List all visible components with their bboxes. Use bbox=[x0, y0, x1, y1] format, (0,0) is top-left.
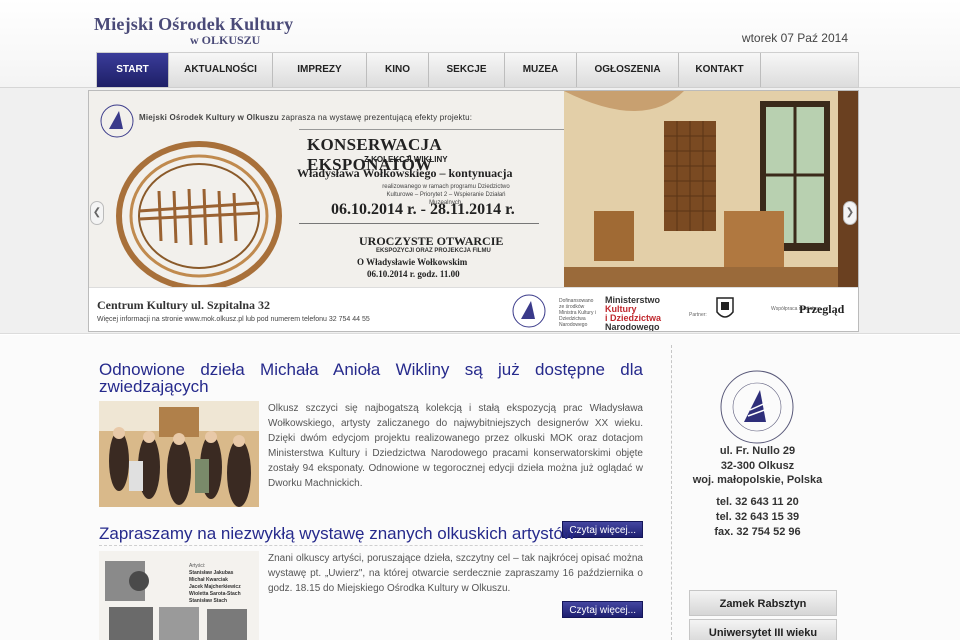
ministry-note: Dofinansowano ze środków Ministra Kultur… bbox=[559, 298, 596, 328]
phone-1: tel. 32 643 11 20 bbox=[716, 496, 799, 508]
current-date: wtorek 07 Paź 2014 bbox=[741, 31, 848, 45]
nav-item-muzea[interactable]: MUZEA bbox=[505, 53, 577, 87]
logo-subtitle: w OLKUSZU bbox=[190, 33, 261, 47]
ministry-logo: Ministerstwo Kultury i Dziedzictwa Narod… bbox=[605, 296, 661, 332]
ministry-line4: Narodowego bbox=[605, 322, 660, 332]
nav-item-kontakt[interactable]: KONTAKT bbox=[679, 53, 761, 87]
media-logo: Przegląd bbox=[799, 302, 845, 316]
address-region: woj. małopolskie, Polska bbox=[692, 474, 823, 486]
wicker-sculpture-image bbox=[116, 141, 282, 291]
poster-line-1: Stanisław Jakubas bbox=[189, 570, 234, 576]
banner-opening-sub3: 06.10.2014 r. godz. 11.00 bbox=[367, 269, 460, 279]
banner-room-photo bbox=[564, 91, 858, 287]
banner-poster: Miejski Ośrodek Kultury w Olkuszu zapras… bbox=[89, 91, 564, 291]
banner-info: Więcej informacji na stronie www.mok.olk… bbox=[97, 316, 370, 323]
site-header: Miejski Ośrodek Kultury w OLKUSZU wtorek… bbox=[0, 0, 960, 88]
poster-line-5: Stanisław Stach bbox=[189, 598, 227, 604]
main-nav: START AKTUALNOŚCI IMPREZY KINO SEKCJE MU… bbox=[96, 52, 859, 88]
news-article-2: Zapraszamy na niezwykłą wystawę znanych … bbox=[99, 525, 643, 640]
poster-line-3: Jacek Majcherkiewicz bbox=[189, 584, 241, 590]
banner-area: Miejski Ośrodek Kultury w Olkuszu zapras… bbox=[0, 88, 960, 334]
room-interior-image bbox=[564, 91, 858, 287]
article-photo-visitors[interactable] bbox=[99, 401, 259, 507]
banner-prev-button[interactable]: ❮ bbox=[90, 201, 104, 225]
nav-item-sekcje[interactable]: SEKCJE bbox=[429, 53, 505, 87]
banner-header-text: zaprasza na wystawę prezentującą efekty … bbox=[281, 113, 473, 122]
site-logo[interactable]: Miejski Ośrodek Kultury w OLKUSZU bbox=[94, 14, 293, 48]
article-title[interactable]: Zapraszamy na niezwykłą wystawę znanych … bbox=[99, 525, 643, 542]
article-body: Olkusz szczyci się najbogatszą kolekcją … bbox=[268, 403, 643, 489]
logo-title: Miejski Ośrodek Kultury bbox=[94, 14, 294, 34]
banner-opening: UROCZYSTE OTWARCIE bbox=[359, 234, 504, 248]
academy-crest-icon bbox=[716, 297, 734, 318]
banner-slide[interactable]: Miejski Ośrodek Kultury w Olkuszu zapras… bbox=[88, 90, 859, 332]
nav-item-start[interactable]: START bbox=[97, 53, 169, 87]
article-title[interactable]: Odnowione dzieła Michała Anioła Wikliny … bbox=[99, 361, 643, 395]
banner-subtitle2: Władysława Wołkowskiego – kontynuacja bbox=[297, 166, 513, 180]
article-body: Znani olkuscy artyści, poruszające dzieł… bbox=[268, 553, 643, 594]
banner-opening-sub1: EKSPOZYCJI ORAZ PROJEKCJA FILMU bbox=[376, 248, 491, 254]
sidebar-button-uniwersytet[interactable]: Uniwersytet III wieku bbox=[689, 619, 837, 640]
mok-emblem-icon[interactable] bbox=[718, 368, 796, 446]
nav-item-imprezy[interactable]: IMPREZY bbox=[273, 53, 367, 87]
main-content: Odnowione dzieła Michała Anioła Wikliny … bbox=[0, 335, 960, 640]
banner-opening-sub2: O Władysławie Wołkowskim bbox=[357, 257, 468, 267]
article-poster-uwierz[interactable]: Artyści: Stanisław Jakubas Michał Kwarci… bbox=[99, 551, 259, 640]
nav-item-aktualnosci[interactable]: AKTUALNOŚCI bbox=[169, 53, 273, 87]
column-separator bbox=[671, 345, 672, 640]
banner-dates: 06.10.2014 r. - 28.11.2014 r. bbox=[331, 201, 515, 218]
nav-item-ogloszenia[interactable]: OGŁOSZENIA bbox=[577, 53, 679, 87]
read-more-button[interactable]: Czytaj więcej... bbox=[562, 601, 643, 618]
address-street: ul. Fr. Nullo 29 bbox=[719, 445, 796, 457]
banner-next-button[interactable]: ❯ bbox=[843, 201, 857, 225]
chevron-left-icon: ❮ bbox=[92, 207, 102, 218]
partner-label: Partner: bbox=[689, 312, 707, 318]
news-article-1: Odnowione dzieła Michała Anioła Wikliny … bbox=[99, 361, 643, 546]
phone-2: tel. 32 643 15 39 bbox=[715, 511, 800, 523]
banner-divider bbox=[299, 129, 564, 130]
partner-logos: Dofinansowano ze środków Ministra Kultur… bbox=[509, 292, 854, 332]
address-city: 32-300 Olkusz bbox=[720, 460, 795, 472]
poster-line-2: Michał Kwarciak bbox=[189, 577, 228, 583]
poster-line-4: Wioletta Sarota-Stach bbox=[189, 591, 241, 597]
banner-subtitle1: Z KOLEKCJI WIKLINY bbox=[364, 155, 448, 164]
banner-footer: Centrum Kultury ul. Szpitalna 32 Więcej … bbox=[89, 287, 858, 332]
mok-logo-icon bbox=[512, 294, 546, 328]
chevron-right-icon: ❯ bbox=[845, 207, 855, 218]
banner-location: Centrum Kultury ul. Szpitalna 32 bbox=[97, 298, 271, 312]
nav-item-kino[interactable]: KINO bbox=[367, 53, 429, 87]
sidebar-button-zamek-rabsztyn[interactable]: Zamek Rabsztyn bbox=[689, 590, 837, 616]
poster-line-0: Artyści: bbox=[189, 563, 205, 569]
fax-number: fax. 32 754 52 96 bbox=[714, 526, 801, 538]
banner-divider2 bbox=[299, 223, 539, 224]
